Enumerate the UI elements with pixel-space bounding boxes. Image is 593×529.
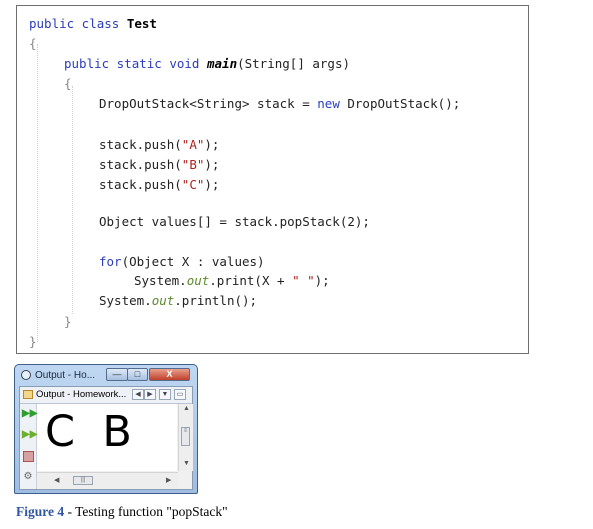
class-close-brace: } — [29, 334, 37, 349]
println-line: System.out.println(); — [99, 293, 257, 309]
operator: = — [302, 96, 310, 111]
code-listing: public class Test { public static void m… — [16, 5, 529, 354]
static-field: out — [151, 293, 175, 308]
vertical-scroll-thumb[interactable]: ≡ — [181, 427, 190, 446]
maximize-button[interactable]: □ — [127, 368, 148, 381]
figure-caption: Figure 4 - Testing function "popStack" — [16, 504, 228, 520]
call-close: ); — [314, 273, 330, 288]
string-literal: "C" — [181, 177, 205, 192]
tab-restore-button[interactable]: ▭ — [174, 389, 186, 400]
class-name: Test — [126, 16, 157, 31]
popstack-line: Object values[] = stack.popStack(2); — [99, 214, 370, 229]
scroll-down-icon[interactable]: ▼ — [183, 460, 190, 467]
output-toolbar: ▶▶ ▶▶ ⚙ — [20, 404, 37, 489]
indent-guide — [37, 44, 38, 342]
scroll-up-icon[interactable]: ▲ — [183, 405, 190, 412]
push-b-line: stack.push("B"); — [99, 157, 219, 173]
class-declaration: public class Test — [29, 16, 157, 32]
print-line: System.out.print(X + " "); — [134, 273, 330, 289]
close-button[interactable]: X — [149, 368, 190, 381]
push-call: stack.push( — [99, 137, 182, 152]
main-open-brace: { — [64, 76, 72, 91]
output-panel: Output - Homework... ◀ ▶ ▼ ▭ ▶▶ ▶▶ ⚙ C B… — [19, 386, 193, 490]
scroll-right-icon[interactable]: ▶ — [166, 476, 171, 484]
system-ref: System. — [99, 293, 152, 308]
method-params: (String[] args) — [237, 56, 350, 71]
tab-list-button[interactable]: ▼ — [159, 389, 171, 400]
call-close: ); — [204, 177, 220, 192]
horizontal-scroll-thumb[interactable]: ||| — [73, 476, 93, 485]
indent-guide — [72, 86, 73, 314]
stop-icon[interactable] — [22, 451, 34, 463]
push-a-line: stack.push("A"); — [99, 137, 219, 153]
program-output: C B — [45, 407, 132, 457]
constructor-call: DropOutStack(); — [347, 96, 461, 111]
scroll-left-icon[interactable]: ◀ — [54, 476, 59, 484]
for-header: (Object X : values) — [121, 254, 265, 269]
settings-icon[interactable]: ⚙ — [22, 471, 34, 483]
window-title: Output - Ho... — [35, 370, 96, 381]
method-name: main — [207, 56, 238, 71]
declaration: DropOutStack<String> stack — [99, 96, 295, 111]
rerun-icon[interactable]: ▶▶ — [22, 408, 37, 420]
static-field: out — [186, 273, 210, 288]
figure-label: Figure 4 — [16, 504, 65, 519]
stack-declaration: DropOutStack<String> stack = new DropOut… — [99, 96, 460, 112]
output-tab-icon — [23, 390, 33, 399]
output-window[interactable]: Output - Ho... — □ X Output - Homework..… — [14, 364, 198, 494]
output-window-icon — [21, 370, 31, 380]
push-call: stack.push( — [99, 157, 182, 172]
output-tab[interactable]: Output - Homework... — [36, 389, 126, 400]
println-call: .println(); — [174, 293, 258, 308]
call-close: ); — [204, 157, 220, 172]
string-literal: "B" — [181, 157, 205, 172]
tab-scroll-right-button[interactable]: ▶ — [144, 389, 156, 400]
rerun-different-params-icon[interactable]: ▶▶ — [22, 429, 37, 441]
vertical-scrollbar[interactable]: ▲ ≡ ▼ — [178, 404, 193, 471]
main-close-brace: } — [64, 314, 72, 329]
string-literal: " " — [292, 273, 315, 288]
push-c-line: stack.push("C"); — [99, 177, 219, 193]
system-ref: System. — [134, 273, 187, 288]
output-tab-bar: Output - Homework... ◀ ▶ ▼ ▭ — [20, 387, 192, 404]
string-literal: "A" — [181, 137, 205, 152]
push-call: stack.push( — [99, 177, 182, 192]
keyword: new — [317, 96, 340, 111]
minimize-button[interactable]: — — [106, 368, 128, 381]
output-text-area[interactable]: C B — [37, 404, 177, 471]
main-method-signature: public static void main(String[] args) — [64, 56, 350, 72]
keyword: for — [99, 254, 122, 269]
call-close: ); — [204, 137, 220, 152]
for-loop-line: for(Object X : values) — [99, 254, 265, 270]
tab-scroll-left-button[interactable]: ◀ — [132, 389, 144, 400]
print-call: .print(X + — [209, 273, 293, 288]
keyword: public static void — [64, 56, 200, 71]
horizontal-scrollbar[interactable]: ◀ ||| ▶ — [37, 472, 178, 488]
caption-text: - Testing function "popStack" — [64, 504, 228, 519]
class-open-brace: { — [29, 36, 37, 51]
keyword: public class — [29, 16, 120, 31]
